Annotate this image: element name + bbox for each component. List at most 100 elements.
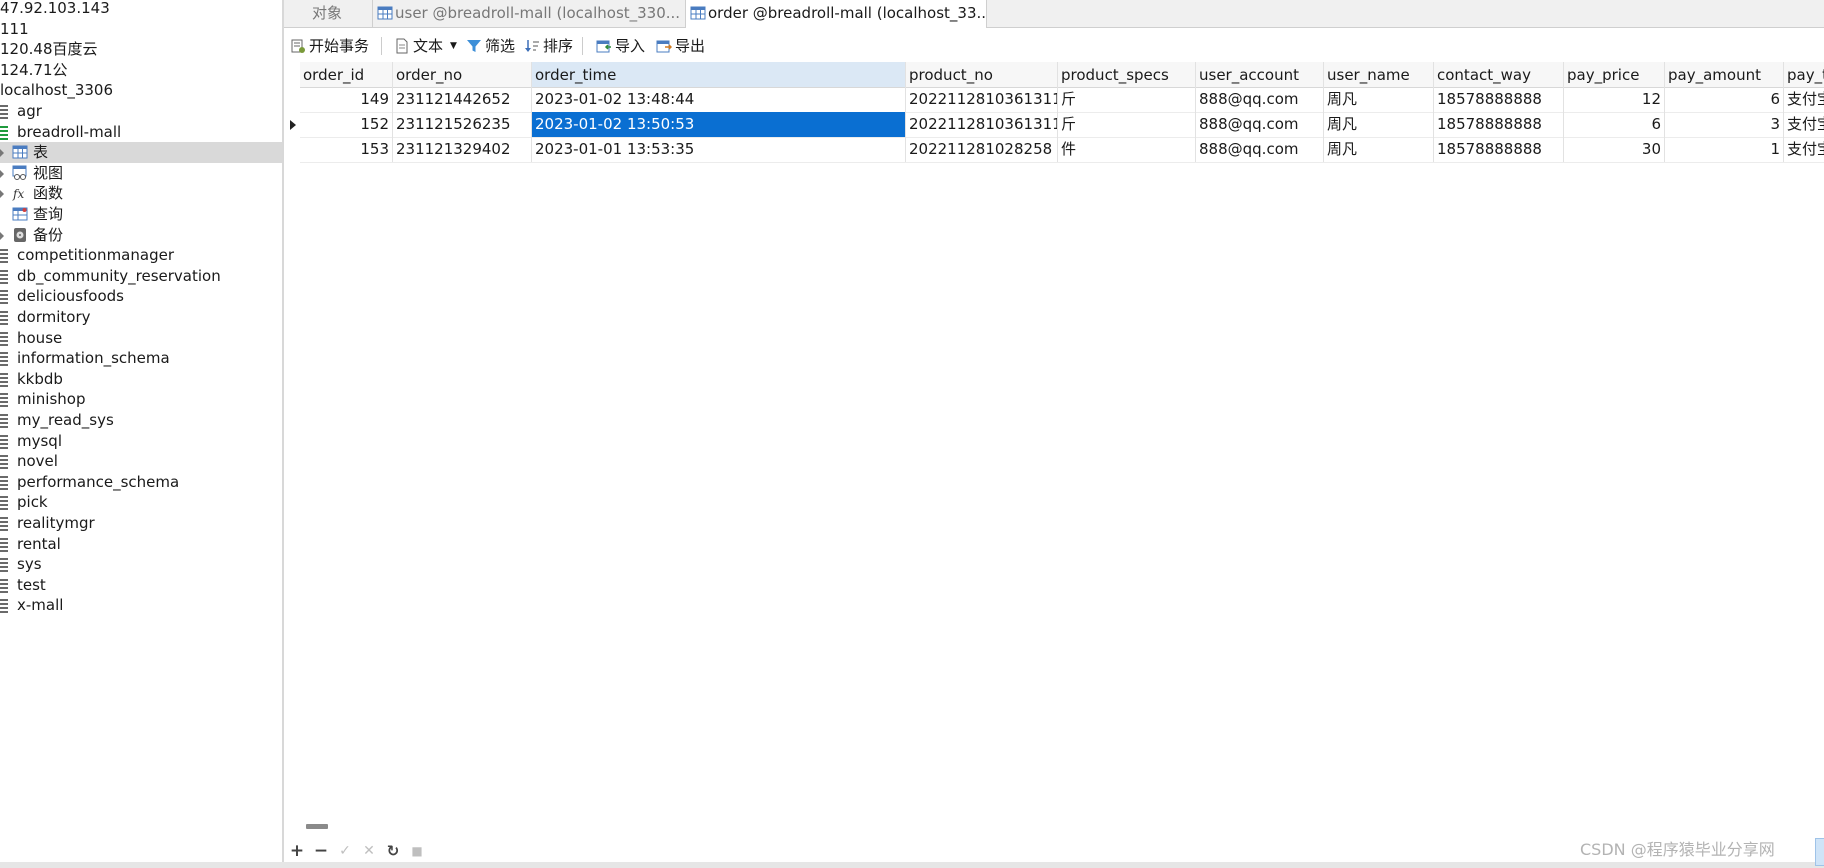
sort-button[interactable]: 排序 [524, 35, 574, 57]
table-icon [377, 6, 393, 20]
cell-order-id[interactable]: 153 [300, 137, 393, 162]
column-header-pay-t[interactable]: pay_t [1784, 62, 1824, 87]
sidebar-item[interactable]: information_schema [0, 348, 282, 369]
sidebar-item[interactable]: deliciousfoods [0, 286, 282, 307]
sidebar-item[interactable]: house [0, 328, 282, 349]
sidebar-item[interactable]: 表 [0, 142, 282, 164]
column-header-order-no[interactable]: order_no [393, 62, 532, 87]
cell-pay-price[interactable]: 6 [1564, 112, 1665, 137]
cell-user-name[interactable]: 周凡 [1324, 87, 1434, 112]
cell-contact-way[interactable]: 18578888888 [1434, 87, 1564, 112]
cell-order-id[interactable]: 149 [300, 87, 393, 112]
sidebar-item[interactable]: 查询 [0, 204, 282, 225]
cell-order-id[interactable]: 152 [300, 112, 393, 137]
cell-user-account[interactable]: 888@qq.com [1196, 137, 1324, 162]
sidebar-item[interactable]: competitionmanager [0, 245, 282, 266]
horizontal-scrollbar-thumb[interactable] [306, 824, 328, 829]
cell-user-account[interactable]: 888@qq.com [1196, 87, 1324, 112]
cell-pay-price[interactable]: 12 [1564, 87, 1665, 112]
sidebar-item[interactable]: mysql [0, 431, 282, 452]
sidebar-item[interactable]: fx 函数 [0, 183, 282, 204]
cell-order-no[interactable]: 231121329402 [393, 137, 532, 162]
sidebar-item[interactable]: rental [0, 534, 282, 555]
sidebar-item[interactable]: localhost_3306 [0, 80, 282, 101]
expand-arrow-icon[interactable] [0, 231, 4, 240]
cell-order-time[interactable]: 2023-01-02 13:48:44 [532, 87, 906, 112]
cell-product-specs[interactable]: 斤 [1058, 112, 1196, 137]
tab-order-table[interactable]: order @breadroll-mall (localhost_33... [686, 0, 987, 28]
table-row[interactable]: 149 231121442652 2023-01-02 13:48:44 202211… [300, 87, 1824, 113]
cell-contact-way[interactable]: 18578888888 [1434, 112, 1564, 137]
cell-order-no[interactable]: 231121442652 [393, 87, 532, 112]
tab-user-table[interactable]: user @breadroll-mall (localhost_330... [373, 0, 686, 27]
sidebar-item[interactable]: breadroll-mall [0, 122, 282, 143]
sidebar-item[interactable]: performance_schema [0, 472, 282, 493]
cell-order-no[interactable]: 231121526235 [393, 112, 532, 137]
table-row[interactable]: 153 231121329402 2023-01-01 13:53:35 202211… [300, 137, 1824, 163]
cell-order-time[interactable]: 2023-01-02 13:50:53 [532, 112, 906, 137]
sidebar-item-label: sys [17, 555, 42, 574]
table-row[interactable]: 152 231121526235 2023-01-02 13:50:53 202211… [290, 112, 1824, 138]
expand-arrow-icon[interactable] [0, 149, 4, 158]
expand-arrow-icon[interactable] [0, 169, 4, 178]
sidebar-item[interactable]: minishop [0, 389, 282, 410]
stop-button[interactable]: ■ [408, 840, 426, 862]
cell-pay-t[interactable]: 支付宝 [1784, 112, 1824, 137]
cell-pay-amount[interactable]: 1 [1665, 137, 1784, 162]
sidebar-item[interactable]: sys [0, 554, 282, 575]
column-header-product-specs[interactable]: product_specs [1058, 62, 1196, 87]
cell-product-no[interactable]: 2022112810361311 [906, 87, 1058, 112]
sidebar-item[interactable]: kkbdb [0, 369, 282, 390]
sidebar-item[interactable]: agr [0, 101, 282, 122]
sidebar-item[interactable]: 47.92.103.143 [0, 0, 282, 19]
column-header-pay-price[interactable]: pay_price [1564, 62, 1665, 87]
sidebar-item[interactable]: my_read_sys [0, 410, 282, 431]
sidebar-item[interactable]: realitymgr [0, 513, 282, 534]
column-header-user-name[interactable]: user_name [1324, 62, 1434, 87]
expand-arrow-icon[interactable] [0, 190, 4, 199]
column-header-order-time[interactable]: order_time [532, 62, 906, 87]
cell-pay-amount[interactable]: 6 [1665, 87, 1784, 112]
column-header-product-no[interactable]: product_no [906, 62, 1058, 87]
column-header-user-account[interactable]: user_account [1196, 62, 1324, 87]
cell-contact-way[interactable]: 18578888888 [1434, 137, 1564, 162]
sidebar-item[interactable]: test [0, 575, 282, 596]
sidebar-item[interactable]: 视图 [0, 163, 282, 184]
cell-order-time[interactable]: 2023-01-01 13:53:35 [532, 137, 906, 162]
discard-changes-button[interactable]: ✕ [360, 840, 378, 862]
cell-product-no[interactable]: 2022112810361311 [906, 112, 1058, 137]
export-button[interactable]: 导出 [656, 35, 706, 57]
cell-user-name[interactable]: 周凡 [1324, 137, 1434, 162]
cell-product-no[interactable]: 202211281028258 [906, 137, 1058, 162]
sidebar-item[interactable]: dormitory [0, 307, 282, 328]
delete-record-button[interactable]: − [312, 840, 330, 862]
sidebar-item[interactable]: novel [0, 451, 282, 472]
sidebar-item[interactable]: db_community_reservation [0, 266, 282, 287]
filter-button[interactable]: 筛选 [466, 35, 515, 57]
sidebar-item[interactable]: pick [0, 492, 282, 513]
apply-changes-button[interactable]: ✓ [336, 840, 354, 862]
text-view-button[interactable]: 文本 ▼ [394, 35, 457, 57]
sidebar-item[interactable]: 120.48百度云 [0, 39, 282, 60]
cell-user-name[interactable]: 周凡 [1324, 112, 1434, 137]
sidebar-item[interactable]: 备份 [0, 225, 282, 246]
sidebar-item[interactable]: 124.71公 [0, 60, 282, 81]
column-header-pay-amount[interactable]: pay_amount [1665, 62, 1784, 87]
cell-product-specs[interactable]: 件 [1058, 137, 1196, 162]
begin-transaction-button[interactable]: 开始事务 [290, 35, 376, 57]
cell-pay-t[interactable]: 支付宝 [1784, 137, 1824, 162]
backup-icon [12, 227, 28, 243]
tab-objects[interactable]: 对象 [284, 0, 373, 27]
sidebar-item[interactable]: 111 [0, 19, 282, 40]
column-header-contact-way[interactable]: contact_way [1434, 62, 1564, 87]
cell-pay-price[interactable]: 30 [1564, 137, 1665, 162]
cell-pay-amount[interactable]: 3 [1665, 112, 1784, 137]
refresh-button[interactable]: ↻ [384, 840, 402, 862]
cell-product-specs[interactable]: 斤 [1058, 87, 1196, 112]
column-header-order-id[interactable]: order_id [300, 62, 393, 87]
cell-user-account[interactable]: 888@qq.com [1196, 112, 1324, 137]
sidebar-item[interactable]: x-mall [0, 595, 282, 616]
add-record-button[interactable]: + [288, 840, 306, 862]
cell-pay-t[interactable]: 支付宝 [1784, 87, 1824, 112]
import-button[interactable]: 导入 [596, 35, 646, 57]
